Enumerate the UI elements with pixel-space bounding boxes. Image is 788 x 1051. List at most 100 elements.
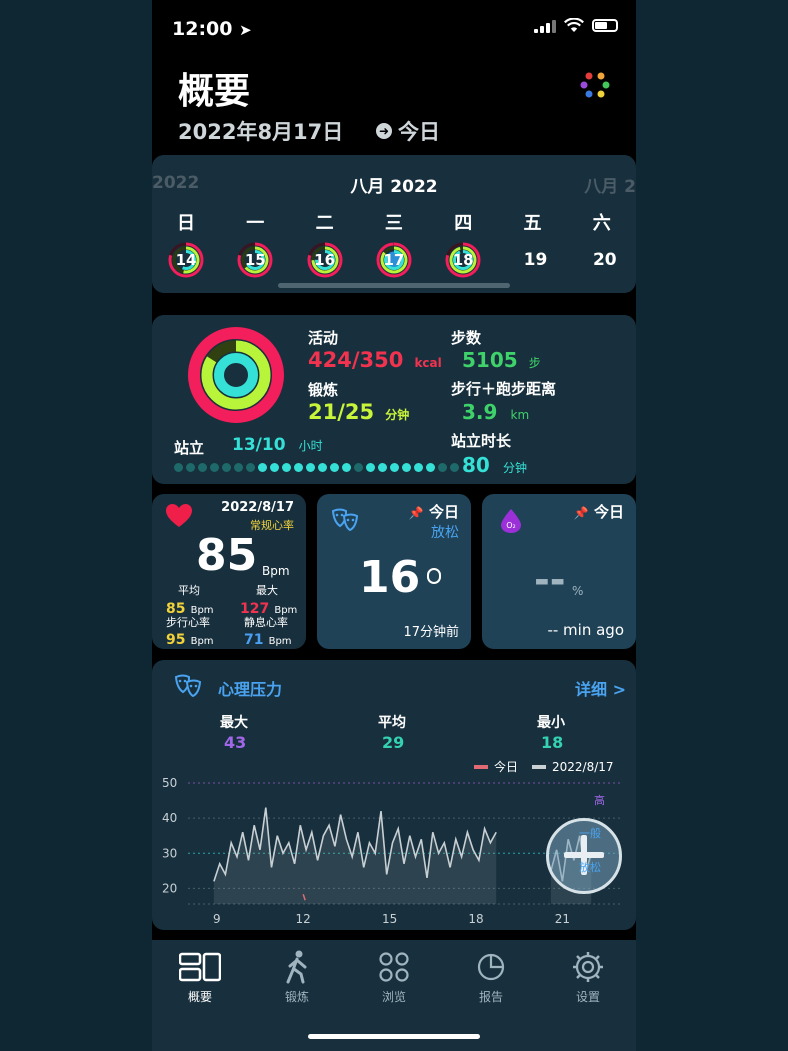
calendar-next[interactable]: 八月 2 — [584, 172, 636, 197]
day-ring-icon: 15 — [237, 242, 273, 278]
calendar-day-2[interactable]: 16 — [307, 242, 343, 278]
calendar-day-3[interactable]: 17 — [376, 242, 412, 278]
stand-hour-dot — [438, 463, 447, 472]
oxygen-ago: -- min ago — [547, 621, 624, 639]
stand-hours-dots — [174, 463, 459, 472]
stand-hour-dot — [222, 463, 231, 472]
level-high: 高 — [594, 794, 605, 807]
heart-walk-value: 95 — [166, 632, 186, 648]
stress-max-label: 最大 — [220, 715, 248, 731]
level-relax: 放松 — [579, 861, 601, 874]
oxygen-drop-icon: O₂ — [501, 509, 521, 533]
home-indicator[interactable] — [308, 1034, 480, 1039]
tab-pie[interactable]: 报告 — [451, 950, 531, 1005]
stand-hour-dot — [270, 463, 279, 472]
overview-icon — [160, 950, 240, 984]
exercise-label: 锻炼 — [308, 381, 339, 399]
day-number: 14 — [175, 251, 197, 269]
phone-screen: 12:00 ➤ 概要 2022年8月17日 ➜ 今日 2022 八月 2022 … — [152, 0, 636, 1051]
heart-rest: 71 Bpm — [244, 629, 292, 648]
tab-label: 报告 — [478, 990, 503, 1004]
y-tick-label: 40 — [162, 811, 177, 825]
y-tick-label: 50 — [162, 776, 177, 790]
current-date: 2022年8月17日 — [178, 120, 344, 144]
stand-hour-dot — [390, 463, 399, 472]
activity-card[interactable]: 活动 424/350 kcal 锻炼 21/25 分钟 站立 13/10 小时 … — [152, 315, 636, 484]
battery-icon — [592, 19, 618, 32]
location-arrow-icon: ➤ — [239, 21, 252, 39]
heart-rest-unit: Bpm — [268, 636, 292, 647]
move-unit: kcal — [414, 356, 442, 370]
arrow-right-circle-icon: ➜ — [376, 123, 392, 139]
stand-hour-dot — [330, 463, 339, 472]
move-number: 424/350 — [308, 348, 404, 372]
heart-rest-label: 静息心率 — [244, 616, 288, 629]
distance-number: 3.9 — [462, 400, 498, 424]
apps-dots-icon[interactable] — [580, 70, 610, 100]
calendar-day-6[interactable]: 20 — [585, 243, 625, 277]
status-icons — [534, 18, 618, 33]
page-title: 概要 — [178, 71, 251, 112]
pin-icon: 📌 — [408, 506, 424, 520]
status-time: 12:00 ➤ — [172, 18, 252, 40]
stand-hour-dot — [354, 463, 363, 472]
stress-card[interactable]: 📌 今日 放松 16 17分钟前 — [317, 494, 471, 649]
day-number: 20 — [592, 250, 617, 270]
x-tick-label: 18 — [468, 912, 483, 926]
tab-walker[interactable]: 锻炼 — [257, 950, 337, 1005]
stand-hour-dot — [198, 463, 207, 472]
tab-grid[interactable]: 浏览 — [354, 950, 434, 1005]
svg-text:O₂: O₂ — [506, 521, 516, 530]
stand-hour-dot — [342, 463, 351, 472]
day-number: 19 — [523, 250, 548, 270]
x-tick-label: 21 — [555, 912, 570, 926]
tab-label: 浏览 — [381, 990, 406, 1004]
weekday-5: 五 — [523, 213, 542, 234]
heart-rate-card[interactable]: 2022/8/17 常规心率 85 Bpm 平均 最大 85 Bpm 127 B… — [152, 494, 306, 649]
walker-icon — [257, 950, 337, 984]
stress-min-value: 18 — [541, 733, 564, 752]
calendar-day-1[interactable]: 15 — [237, 242, 273, 278]
move-label: 活动 — [308, 329, 339, 347]
weekday-1: 一 — [246, 213, 265, 234]
distance-value: 3.9 km — [462, 400, 529, 424]
stand-time-value: 80 分钟 — [462, 453, 527, 477]
tab-label: 设置 — [575, 990, 600, 1004]
weekday-2: 二 — [315, 213, 334, 234]
stand-hour-dot — [246, 463, 255, 472]
add-button[interactable]: 一般 放松 — [546, 818, 622, 894]
blood-oxygen-card[interactable]: O₂ 📌 今日 -- % -- min ago — [482, 494, 636, 649]
oxygen-pin-label: 今日 — [593, 503, 624, 521]
today-label: 今日 — [398, 120, 440, 144]
pie-icon — [451, 950, 531, 984]
move-value: 424/350 kcal — [308, 348, 442, 372]
stress-state: 放松 — [431, 525, 459, 541]
today-button[interactable]: ➜ 今日 — [376, 116, 440, 146]
stand-hour-dot — [258, 463, 267, 472]
stress-detail-link[interactable]: 详细 > — [575, 676, 626, 700]
stand-hour-dot — [306, 463, 315, 472]
stand-hour-dot — [318, 463, 327, 472]
stand-hour-dot — [174, 463, 183, 472]
exercise-unit: 分钟 — [385, 408, 410, 422]
heart-rest-value: 71 — [244, 632, 264, 648]
weekday-0: 日 — [177, 213, 195, 234]
calendar-day-5[interactable]: 19 — [516, 243, 556, 277]
stand-hour-dot — [282, 463, 291, 472]
day-number: 15 — [244, 251, 266, 269]
stand-hour-dot — [402, 463, 411, 472]
stress-avg-value: 29 — [382, 733, 405, 752]
stand-unit: 小时 — [298, 439, 323, 453]
calendar-scrollbar[interactable] — [278, 283, 510, 288]
calendar-day-0[interactable]: 14 — [168, 242, 204, 278]
tab-gear[interactable]: 设置 — [548, 950, 628, 1005]
signal-icon — [534, 19, 556, 33]
calendar-day-4[interactable]: 18 — [445, 242, 481, 278]
x-tick-label: 9 — [213, 912, 221, 926]
steps-value: 5105 步 — [462, 348, 541, 372]
stand-hour-dot — [210, 463, 219, 472]
heart-value: 85 — [196, 530, 258, 581]
tab-overview[interactable]: 概要 — [160, 950, 240, 1005]
stress-avg-label: 平均 — [378, 715, 406, 731]
weekday-3: 三 — [384, 213, 403, 234]
